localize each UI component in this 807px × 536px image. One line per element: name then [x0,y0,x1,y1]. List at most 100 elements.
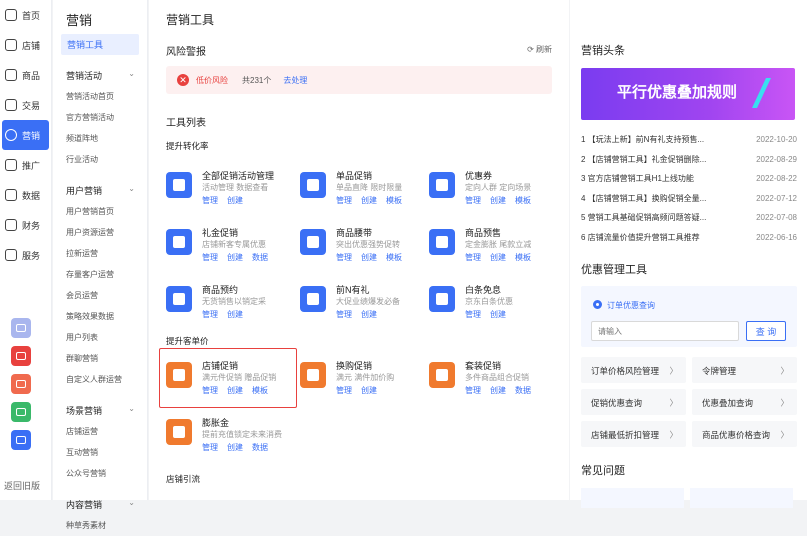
tool-action-link[interactable]: 管理 [336,386,352,395]
news-item[interactable]: 3 官方店铺营销工具H1上线功能 2022-08-22 [581,169,797,189]
refresh-button[interactable]: ⟳ 刷新 [527,44,552,55]
tool-name[interactable]: 优惠券 [465,169,492,182]
news-item[interactable]: 5 营销工具基础促销高频问题答疑... 2022-07-08 [581,208,797,228]
tool-name[interactable]: 膨胀金 [202,416,229,429]
tool-action-link[interactable]: 管理 [202,196,218,205]
radio-button[interactable] [593,300,602,309]
tool-name[interactable]: 单品促销 [336,169,372,182]
nav-subitem[interactable]: 用户列表 [53,327,147,348]
tool-action-link[interactable]: 创建 [361,310,377,319]
tool-action-link[interactable]: 数据 [515,386,531,395]
tool-icon[interactable] [300,362,326,388]
faq-card[interactable] [581,488,684,508]
tool-action-link[interactable]: 模板 [386,253,402,262]
tool-action-link[interactable]: 管理 [465,310,481,319]
tool-action-link[interactable]: 创建 [227,196,243,205]
tool-action-link[interactable]: 创建 [361,386,377,395]
promo-banner[interactable]: 平行优惠叠加规则 [581,68,795,120]
tool-action-link[interactable]: 数据 [252,253,268,262]
query-input[interactable] [591,321,739,341]
tool-name[interactable]: 全部促销活动管理 [202,169,274,182]
video-app-icon[interactable] [11,346,31,366]
faq-card[interactable] [690,488,793,508]
nav-item-promotion[interactable]: 推广 [0,150,51,180]
nav-subitem[interactable]: 种草秀素材 [53,515,147,536]
tool-name[interactable]: 商品预约 [202,283,238,296]
tool-action-link[interactable]: 管理 [202,310,218,319]
tool-name[interactable]: 前N有礼 [336,283,370,296]
nav-subitem[interactable]: 店铺运营 [53,421,147,442]
nav-subitem[interactable]: 频道阵地 [53,128,147,149]
tool-action-link[interactable]: 管理 [202,253,218,262]
tool-icon[interactable] [429,229,455,255]
nav-item-marketing[interactable]: 营销 [2,120,49,150]
nav-item-data[interactable]: 数据 [0,180,51,210]
nav-subitem[interactable]: 营销活动首页 [53,86,147,107]
query-button[interactable]: 查 询 [746,321,786,341]
nav-item-service[interactable]: 服务 [0,240,51,270]
nav-subitem[interactable]: 存量客户运营 [53,264,147,285]
nav-item-goods[interactable]: 商品 [0,60,51,90]
mgmt-link[interactable]: 订单价格风险管理〉 [581,357,686,383]
nav-subitem[interactable]: 策略效果数据 [53,306,147,327]
tool-action-link[interactable]: 模板 [515,196,531,205]
nav-group-header[interactable]: 营销活动 ⌄ [53,55,147,86]
tool-name[interactable]: 礼金促销 [202,226,238,239]
tool-icon[interactable] [166,229,192,255]
mgmt-link[interactable]: 令牌管理 〉 [692,357,797,383]
tool-action-link[interactable]: 管理 [336,253,352,262]
tool-name[interactable]: 白条免息 [465,283,501,296]
tool-action-link[interactable]: 创建 [490,386,506,395]
mgmt-link[interactable]: 商品优惠价格查询〉 [692,421,797,447]
tool-name[interactable]: 套装促销 [465,359,501,372]
tool-action-link[interactable]: 管理 [336,310,352,319]
nav-subitem[interactable]: 用户资源运营 [53,222,147,243]
news-item[interactable]: 2 【店铺营销工具】礼金促销删除... 2022-08-29 [581,150,797,170]
nav-subitem[interactable]: 会员运营 [53,285,147,306]
tool-icon[interactable] [429,362,455,388]
tool-icon[interactable] [166,172,192,198]
tool-action-link[interactable]: 模板 [515,253,531,262]
tool-action-link[interactable]: 创建 [227,253,243,262]
nav-item-finance[interactable]: 财务 [0,210,51,240]
tool-action-link[interactable]: 创建 [490,310,506,319]
tool-icon[interactable] [300,172,326,198]
tool-action-link[interactable]: 创建 [490,253,506,262]
mgmt-link[interactable]: 优惠叠加查询 〉 [692,389,797,415]
risk-handle-link[interactable]: 去处理 [283,75,307,86]
nav-subitem[interactable]: 互动营销 [53,442,147,463]
tool-action-link[interactable]: 创建 [361,196,377,205]
tool-action-link[interactable]: 创建 [227,310,243,319]
mail-app-icon[interactable] [11,402,31,422]
tool-icon[interactable] [429,172,455,198]
nav-subitem[interactable]: 用户营销首页 [53,201,147,222]
secondary-nav-selected[interactable]: 营销工具 [61,34,139,55]
nav-subitem[interactable]: 拉新运营 [53,243,147,264]
nav-subitem[interactable]: 群聊营销 [53,348,147,369]
nav-group-header[interactable]: 场景营销 ⌄ [53,390,147,421]
grid-app-icon[interactable] [11,430,31,450]
nav-item-shop[interactable]: 店铺 [0,30,51,60]
tool-icon[interactable] [166,419,192,445]
tool-action-link[interactable]: 创建 [490,196,506,205]
news-item[interactable]: 1 【玩法上新】前N有礼支持预售... 2022-10-20 [581,130,797,150]
mgmt-link[interactable]: 店铺最低折扣管理〉 [581,421,686,447]
tool-action-link[interactable]: 管理 [336,196,352,205]
news-item[interactable]: 6 店铺流量价值提升营销工具推荐 2022-06-16 [581,228,797,248]
nav-subitem[interactable]: 自定义人群运营 [53,369,147,390]
nav-subitem[interactable]: 公众号营销 [53,463,147,484]
tool-icon[interactable] [300,286,326,312]
tool-action-link[interactable]: 数据 [252,443,268,452]
tool-action-link[interactable]: 管理 [465,196,481,205]
tool-name[interactable]: 换购促销 [336,359,372,372]
chart-app-icon[interactable] [11,318,31,338]
nav-subitem[interactable]: 官方营销活动 [53,107,147,128]
tool-action-link[interactable]: 管理 [202,443,218,452]
nav-item-trade[interactable]: 交易 [0,90,51,120]
tool-action-link[interactable]: 创建 [361,253,377,262]
tool-action-link[interactable]: 管理 [465,253,481,262]
nav-group-header[interactable]: 用户营销 ⌄ [53,170,147,201]
tool-icon[interactable] [300,229,326,255]
tool-action-link[interactable]: 创建 [227,443,243,452]
tool-action-link[interactable]: 管理 [465,386,481,395]
